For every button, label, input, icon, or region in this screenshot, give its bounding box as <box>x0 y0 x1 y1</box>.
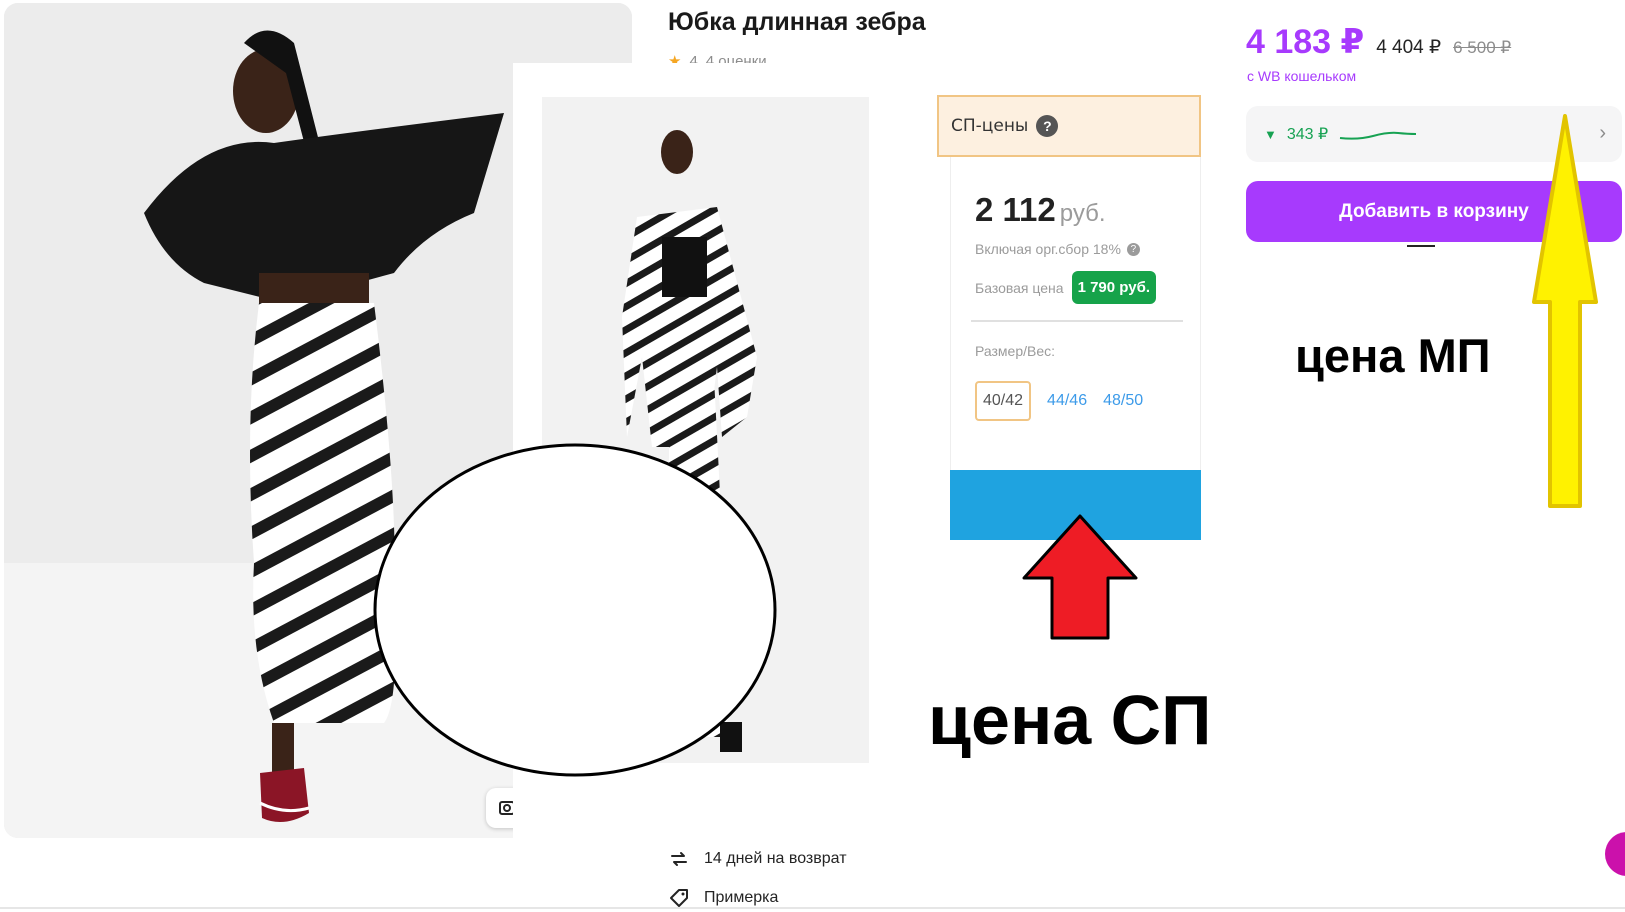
chevron-right-icon: › <box>1599 122 1606 144</box>
question-icon[interactable]: ? <box>1126 242 1140 256</box>
sp-size-selector: 40/42 44/46 48/50 <box>975 381 1143 421</box>
tab-sp-prices[interactable]: СП-цены ? <box>937 95 1201 157</box>
sp-size-label: Размер/Вес: <box>975 343 1056 359</box>
wallet-note[interactable]: с WB кошельком <box>1247 68 1356 84</box>
sp-tab-label: СП-цены <box>951 116 1029 136</box>
regular-price: 4 404 ₽ <box>1376 37 1442 58</box>
return-policy-row[interactable]: 14 дней на возврат <box>668 848 847 870</box>
annotation-mp-label: цена МП <box>1295 329 1491 382</box>
price-history-value: 343 ₽ <box>1286 126 1329 143</box>
wallet-price: 4 183 ₽ <box>1246 23 1365 61</box>
return-icon <box>671 852 687 866</box>
size-option[interactable]: 48/50 <box>1103 392 1143 410</box>
size-option[interactable]: 44/46 <box>1047 392 1087 410</box>
price-card: 4 183 ₽ 4 404 ₽ 6 500 ₽ с WB кошельком ▼… <box>1219 0 1625 600</box>
price-line: 4 183 ₽ 4 404 ₽ 6 500 ₽ <box>1246 22 1511 62</box>
sp-fee-note: Включая орг.сбор 18% ? <box>975 241 1140 257</box>
sp-price-value: 2 112 <box>975 191 1056 228</box>
annotation-circle <box>373 443 777 777</box>
sp-base-price-row: Базовая цена 1 790 руб. <box>975 271 1157 304</box>
divider-dash <box>1407 245 1435 247</box>
sp-divider <box>971 320 1183 322</box>
chat-button[interactable] <box>1605 832 1625 876</box>
tag-icon <box>670 889 688 907</box>
size-option-selected[interactable]: 40/42 <box>975 381 1032 421</box>
price-sparkline <box>1340 131 1417 140</box>
fitting-text: Примерка <box>704 889 779 906</box>
sp-fee-text: Включая орг.сбор 18% <box>975 241 1121 257</box>
sp-price: 2 112 руб. <box>975 191 1106 229</box>
trend-down-icon: ▼ <box>1264 126 1277 142</box>
sp-base-label: Базовая цена <box>975 279 1064 296</box>
screenshot-canvas: Юбка длинная зебра ★ 4 4 оценки 14 дней … <box>0 0 1625 912</box>
arrow-up-red-icon <box>1022 514 1138 640</box>
fitting-row[interactable]: Примерка <box>668 887 778 909</box>
arrow-up-icon <box>1532 114 1598 508</box>
annotation-sp-label: цена СП <box>928 681 1212 759</box>
question-icon[interactable]: ? <box>1036 115 1059 137</box>
sp-price-currency: руб. <box>1059 200 1106 227</box>
return-policy-text: 14 дней на возврат <box>704 850 847 867</box>
product-title: Юбка длинная зебра <box>668 8 926 36</box>
old-price: 6 500 ₽ <box>1453 38 1512 57</box>
page-divider <box>0 907 1625 909</box>
sp-base-price-badge: 1 790 руб. <box>1071 271 1157 304</box>
